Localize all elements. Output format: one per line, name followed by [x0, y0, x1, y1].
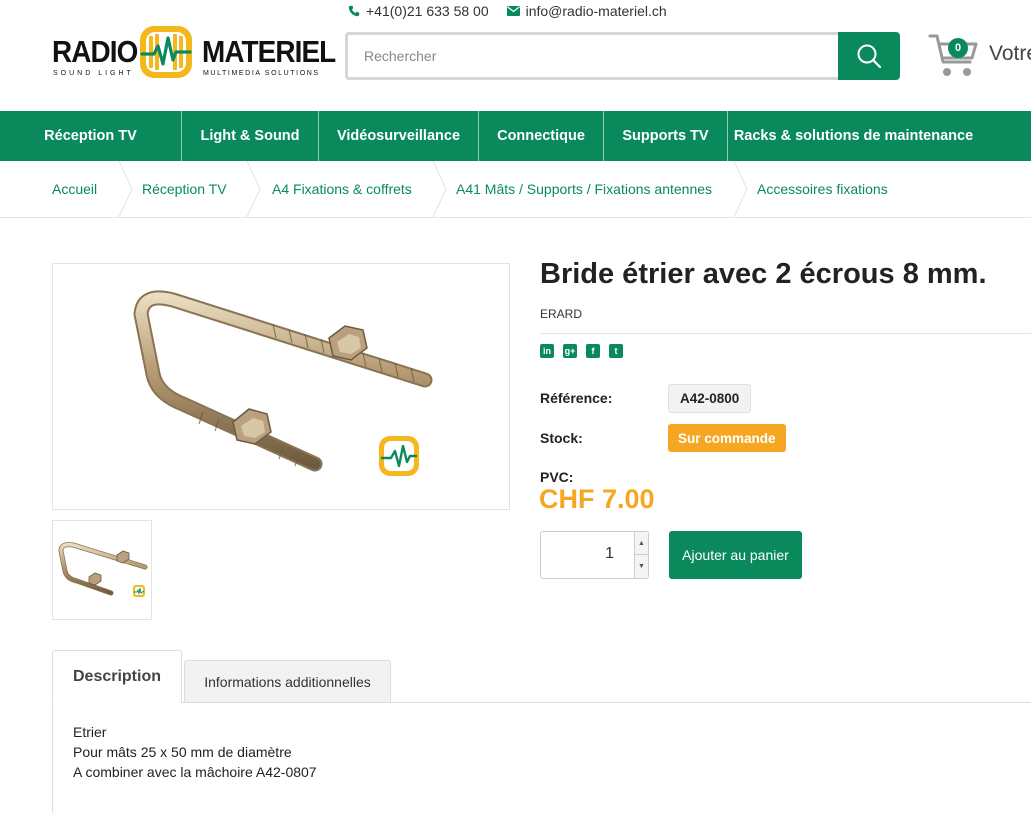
- phone-icon: [348, 5, 360, 17]
- breadcrumb-separator-icon: [246, 161, 261, 217]
- site-logo[interactable]: RADIO MATERIEL SOUND LIGHT MULTIMEDIA SO…: [52, 24, 336, 84]
- decrement-icon[interactable]: ▼: [635, 555, 648, 578]
- product-brand[interactable]: ERARD: [540, 307, 582, 321]
- breadcrumb-separator-icon: [432, 161, 447, 217]
- cart-count-badge: 0: [948, 38, 968, 58]
- breadcrumb: Accueil Réception TV A4 Fixations & coff…: [0, 161, 1031, 218]
- search-button[interactable]: [838, 32, 900, 80]
- reference-value: A42-0800: [668, 384, 752, 413]
- product-description: Etrier Pour mâts 25 x 50 mm de diamètre …: [73, 722, 317, 782]
- main-nav: Réception TV Light & Sound Vidéosurveill…: [0, 111, 1031, 161]
- breadcrumb-separator-icon: [118, 161, 133, 217]
- quantity-stepper[interactable]: 1 ▲ ▼: [540, 531, 649, 579]
- product-main-image[interactable]: [52, 263, 510, 510]
- phone-contact[interactable]: +41(0)21 633 58 00: [348, 3, 489, 19]
- u-bolt-image: [133, 290, 433, 476]
- breadcrumb-item-reception-tv[interactable]: Réception TV: [142, 161, 227, 217]
- breadcrumb-item-mats[interactable]: A41 Mâts / Supports / Fixations antennes: [456, 161, 712, 217]
- u-bolt-thumbnail-image: [58, 542, 148, 597]
- nav-item-videosurveillance[interactable]: Vidéosurveillance: [319, 111, 479, 161]
- price-label: PVC:: [540, 469, 574, 485]
- reference-label: Référence:: [540, 390, 613, 406]
- add-to-cart-button[interactable]: Ajouter au panier: [669, 531, 802, 579]
- logo-mark-icon: [140, 26, 192, 78]
- product-thumbnail[interactable]: [52, 520, 152, 620]
- quantity-spinner: ▲ ▼: [634, 532, 648, 578]
- breadcrumb-item-accueil[interactable]: Accueil: [52, 161, 97, 217]
- nav-item-reception-tv[interactable]: Réception TV: [0, 111, 182, 161]
- cart-label[interactable]: Votre: [989, 42, 1031, 66]
- description-line: Pour mâts 25 x 50 mm de diamètre: [73, 744, 292, 760]
- description-line: A combiner avec la mâchoire A42-0807: [73, 764, 317, 780]
- quantity-value[interactable]: 1: [605, 545, 614, 563]
- envelope-icon: [506, 6, 520, 16]
- nav-item-supports-tv[interactable]: Supports TV: [604, 111, 728, 161]
- nav-item-racks[interactable]: Racks & solutions de maintenance: [728, 111, 979, 161]
- search-icon: [857, 44, 882, 69]
- logo-left-tagline: SOUND LIGHT: [53, 70, 134, 77]
- email-contact[interactable]: info@radio-materiel.ch: [506, 3, 667, 19]
- nav-item-light-sound[interactable]: Light & Sound: [182, 111, 319, 161]
- breadcrumb-item-accessoires[interactable]: Accessoires fixations: [757, 161, 888, 217]
- stock-label: Stock:: [540, 430, 583, 446]
- logo-right-tagline: MULTIMEDIA SOLUTIONS: [203, 70, 320, 77]
- breadcrumb-separator-icon: [733, 161, 748, 217]
- logo-right-word: MATERIEL: [202, 34, 336, 69]
- description-line: Etrier: [73, 724, 107, 740]
- increment-icon[interactable]: ▲: [635, 532, 648, 555]
- tab-description[interactable]: Description: [52, 650, 182, 703]
- phone-number[interactable]: +41(0)21 633 58 00: [366, 3, 489, 19]
- tab-additional-info[interactable]: Informations additionnelles: [184, 660, 391, 702]
- linkedin-icon[interactable]: in: [540, 344, 554, 358]
- product-title: Bride étrier avec 2 écrous 8 mm.: [540, 258, 987, 290]
- search-input[interactable]: [345, 32, 838, 80]
- google-plus-icon[interactable]: g+: [563, 344, 577, 358]
- divider: [540, 333, 1031, 334]
- twitter-icon[interactable]: t: [609, 344, 623, 358]
- nav-item-connectique[interactable]: Connectique: [479, 111, 604, 161]
- email-address[interactable]: info@radio-materiel.ch: [526, 3, 667, 19]
- stock-status-badge: Sur commande: [668, 424, 786, 452]
- product-price: CHF 7.00: [539, 484, 655, 514]
- search-bar: [345, 32, 900, 80]
- social-share: in g+ f t: [540, 344, 623, 358]
- cart[interactable]: 0 Votre: [928, 32, 1031, 82]
- breadcrumb-item-fixations[interactable]: A4 Fixations & coffrets: [272, 161, 412, 217]
- logo-left-word: RADIO: [52, 34, 138, 69]
- facebook-icon[interactable]: f: [586, 344, 600, 358]
- contact-bar: +41(0)21 633 58 00 info@radio-materiel.c…: [348, 3, 667, 19]
